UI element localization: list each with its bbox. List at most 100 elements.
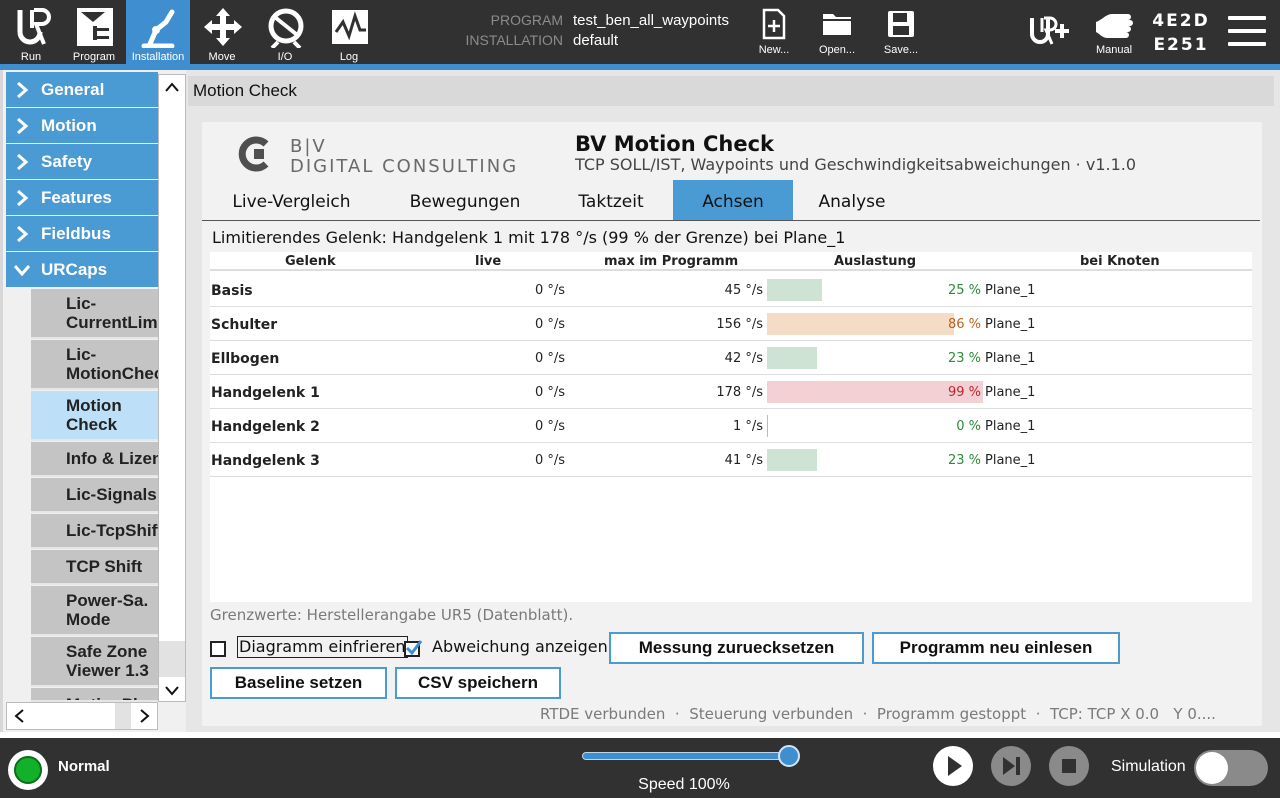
sidebar-group-features[interactable]: Features <box>6 180 158 215</box>
sidebar-horizontal-scrollbar[interactable] <box>6 702 158 730</box>
hamburger-menu-icon[interactable] <box>1228 16 1266 48</box>
freeze-label[interactable]: Diagramm einfrieren <box>237 636 408 658</box>
joint-live-speed: 0 °/s <box>534 419 565 434</box>
scroll-left-icon[interactable] <box>7 703 33 729</box>
panel-title: BV Motion Check <box>575 132 774 156</box>
sidebar-urcap-item[interactable]: MotionPlu <box>31 688 158 702</box>
open-button[interactable]: Open... <box>809 0 865 64</box>
joint-node: Plane_1 <box>985 351 1036 366</box>
robot-id-line2: E251 <box>1153 35 1209 55</box>
simulation-label: Simulation <box>1111 758 1186 775</box>
installation-name: default <box>573 32 619 49</box>
bv-brand-logo: B|V DIGITAL CONSULTING <box>238 136 516 177</box>
joint-live-speed: 0 °/s <box>534 317 565 332</box>
installation-key: INSTALLATION <box>465 32 563 48</box>
reload-program-button[interactable]: Programm neu einlesen <box>872 632 1120 664</box>
installation-icon <box>141 9 175 48</box>
robot-status-text: Normal <box>58 758 110 775</box>
new-label: New... <box>758 44 790 56</box>
sidebar-urcap-item[interactable]: Lic- CurrentLimit <box>31 289 158 339</box>
nav-move-button[interactable]: Move <box>191 0 253 64</box>
sidebar-urcap-item[interactable]: Motion Check <box>31 391 158 441</box>
sidebar-group-safety[interactable]: Safety <box>6 144 158 179</box>
robot-id: 4E2D E251 <box>1146 9 1216 57</box>
load-bar <box>767 313 955 335</box>
sidebar-urcap-item[interactable]: Safe Zone Viewer 1.3 <box>31 637 158 687</box>
tab-analyse[interactable]: Analyse <box>801 180 903 220</box>
stop-button[interactable] <box>1049 746 1089 786</box>
installation-sidebar: General Motion Safety Features Fieldbus URCap… <box>0 70 186 732</box>
deviation-checkbox[interactable] <box>404 640 423 657</box>
reset-measurement-button[interactable]: Messung zuruecksetzen <box>609 632 864 664</box>
baseline-button[interactable]: Baseline setzen <box>210 667 387 699</box>
manual-mode-button[interactable]: Manual <box>1086 0 1142 64</box>
tab-bewegungen[interactable]: Bewegungen <box>391 180 539 220</box>
hscroll-thumb[interactable] <box>115 703 131 729</box>
load-percent: 23 % <box>947 351 981 366</box>
sidebar-group-general[interactable]: General <box>6 72 158 107</box>
scroll-right-icon[interactable] <box>131 703 157 729</box>
table-row: Handgelenk 1 0 °/s 178 °/s 99 % Plane_1 <box>210 375 1252 409</box>
tab-live-vergleich[interactable]: Live-Vergleich <box>214 180 369 220</box>
chevron-right-icon <box>17 118 29 134</box>
scroll-down-icon[interactable] <box>159 677 185 703</box>
joint-max-speed: 45 °/s <box>724 283 763 298</box>
urplus-icon[interactable] <box>1028 14 1072 48</box>
csv-save-button[interactable]: CSV speichern <box>395 667 561 699</box>
sidebar-group-motion[interactable]: Motion <box>6 108 158 143</box>
sidebar-urcap-item[interactable]: TCP Shift <box>31 550 158 585</box>
nav-log-button[interactable]: Log <box>318 0 380 64</box>
nav-io-button[interactable]: I/O <box>254 0 316 64</box>
chevron-right-icon <box>17 190 29 206</box>
scroll-up-icon[interactable] <box>159 75 185 101</box>
chevron-right-icon <box>17 226 29 242</box>
tab-taktzeit[interactable]: Taktzeit <box>558 180 664 220</box>
chevron-right-icon <box>17 154 29 170</box>
sidebar-vertical-scrollbar[interactable] <box>158 74 186 702</box>
joint-name: Handgelenk 1 <box>211 385 320 401</box>
speed-slider-handle[interactable] <box>778 745 800 767</box>
speed-slider[interactable] <box>582 752 794 760</box>
nav-program-button[interactable]: Program <box>63 0 125 64</box>
nav-program-label: Program <box>72 51 116 63</box>
polyscope-window: Run Program Installation Move I/O Log PR… <box>0 0 1280 798</box>
nav-installation-button[interactable]: Installation <box>126 0 190 64</box>
main-content: Motion Check B|V DIGITAL CONSULTING BV M… <box>186 70 1280 732</box>
nav-run-label: Run <box>20 51 42 63</box>
step-button[interactable] <box>991 746 1031 786</box>
sidebar-urcap-item[interactable]: Power-Sa. Mode <box>31 586 158 636</box>
joint-name: Handgelenk 2 <box>211 419 320 435</box>
deviation-label[interactable]: Abweichung anzeigen <box>432 637 608 656</box>
program-name: test_ben_all_waypoints <box>573 12 729 29</box>
joint-live-speed: 0 °/s <box>534 385 565 400</box>
limiting-joint-text: Limitierendes Gelenk: Handgelenk 1 mit 1… <box>212 228 846 247</box>
sidebar-group-fieldbus[interactable]: Fieldbus <box>6 216 158 251</box>
save-button[interactable]: Save... <box>873 0 929 64</box>
joint-node: Plane_1 <box>985 317 1036 332</box>
sidebar-urcap-item[interactable]: Info & Lizenz <box>31 442 158 477</box>
sidebar-group-urcaps[interactable]: URCaps <box>6 252 158 287</box>
play-button[interactable] <box>933 746 973 786</box>
table-header: Gelenk live max im Programm Auslastung b… <box>210 252 1252 271</box>
new-button[interactable]: New... <box>746 0 802 64</box>
freeze-checkbox[interactable] <box>210 641 226 657</box>
scrollbar-thumb[interactable] <box>159 641 185 677</box>
sidebar-urcap-item[interactable]: Lic-Signals <box>31 478 158 513</box>
robot-status-indicator[interactable] <box>8 750 48 790</box>
sidebar-item-label: TCP Shift <box>66 557 143 576</box>
limits-note: Grenzwerte: Herstellerangabe UR5 (Datenb… <box>210 606 574 624</box>
program-icon <box>77 8 113 46</box>
bottom-bar: Normal Speed 100% Simulation <box>0 738 1280 798</box>
simulation-toggle[interactable] <box>1194 750 1268 786</box>
sidebar-group-label: Motion <box>41 116 97 135</box>
nav-installation-label: Installation <box>131 51 185 63</box>
move-arrows-icon <box>204 8 242 46</box>
axis-table: Gelenk live max im Programm Auslastung b… <box>210 252 1252 602</box>
load-bar <box>767 279 822 301</box>
sidebar-urcap-item[interactable]: Lic- MotionCheck <box>31 340 158 390</box>
nav-run-button[interactable]: Run <box>0 0 62 64</box>
sidebar-urcap-item[interactable]: Lic-TcpShift <box>31 514 158 549</box>
tab-achsen[interactable]: Achsen <box>673 180 793 220</box>
joint-live-speed: 0 °/s <box>534 453 565 468</box>
new-file-icon <box>762 8 786 40</box>
